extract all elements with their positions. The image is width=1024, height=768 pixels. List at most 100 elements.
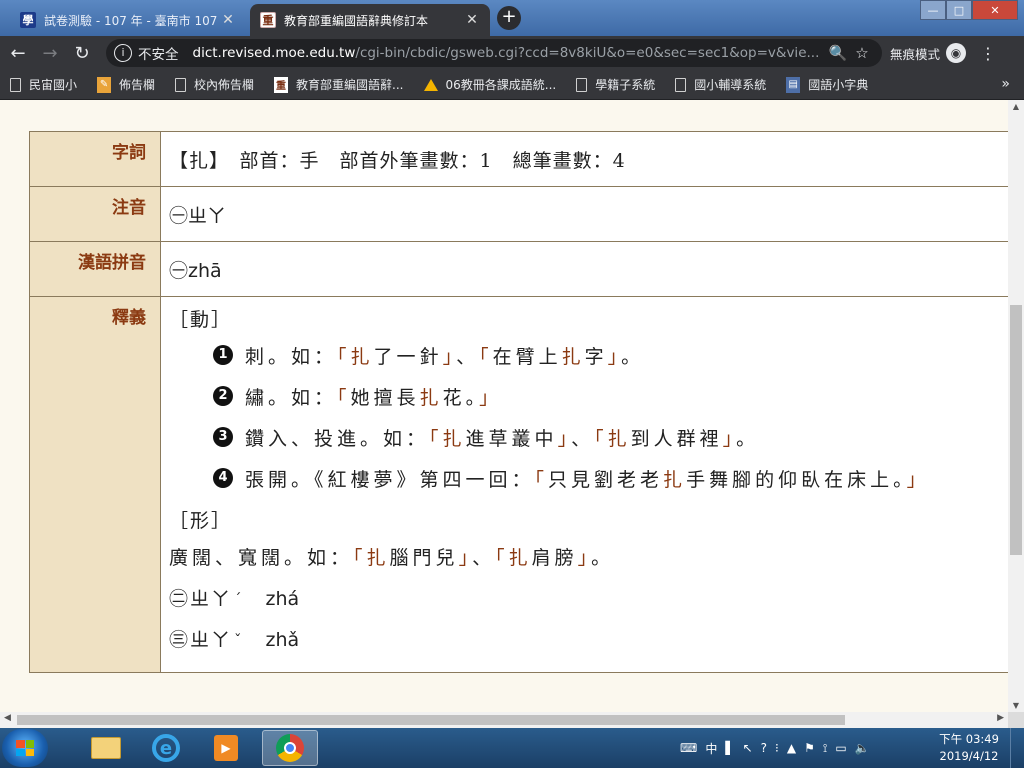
bookmark-label: 校內佈告欄 bbox=[194, 78, 255, 92]
quote-mark: 」 bbox=[479, 387, 503, 409]
definition-text: 腦門兒 bbox=[389, 547, 459, 569]
part-of-speech-adjective: ［形］ bbox=[169, 510, 233, 532]
definition-item: 3 鑽入、投進。如：「扎進草叢中」、「扎到人群裡」。 bbox=[213, 427, 1008, 450]
quote-mark: 」 bbox=[906, 469, 930, 491]
horizontal-scrollbar[interactable]: ◀ ▶ bbox=[0, 712, 1008, 728]
cursor-icon[interactable]: ↖ bbox=[743, 741, 753, 755]
back-button[interactable]: ← bbox=[4, 39, 32, 67]
bookmark-label: 民宙國小 bbox=[29, 78, 78, 92]
close-icon[interactable]: ✕ bbox=[464, 12, 480, 28]
start-button[interactable] bbox=[2, 729, 48, 767]
verb-definitions: 1 刺。如：「扎了一針」、「在臂上扎字」。 2 繡。如：「她擅長扎花。」 3 鑽入、投進。… bbox=[169, 345, 1008, 491]
windows-logo-icon bbox=[16, 740, 34, 756]
reload-button[interactable]: ↻ bbox=[68, 39, 96, 67]
definition-number-icon: 1 bbox=[213, 345, 233, 365]
menu-button[interactable]: ⋮ bbox=[980, 44, 996, 63]
vertical-scroll-thumb[interactable] bbox=[1010, 305, 1022, 555]
other-readings: ㊁ㄓㄚ ˊ zhá ㊂ㄓㄚ ˇ zhǎ bbox=[169, 590, 1008, 650]
bookmark-label: 學籍子系統 bbox=[595, 78, 656, 92]
info-icon[interactable]: i bbox=[114, 44, 132, 62]
scroll-right-icon[interactable]: ▶ bbox=[997, 713, 1004, 723]
definition-text: 、 bbox=[472, 547, 496, 569]
definition-text: 她擅長 bbox=[350, 387, 420, 409]
quote-mark: 「 bbox=[594, 428, 608, 450]
quote-mark: 「 bbox=[353, 547, 367, 569]
page-icon bbox=[10, 77, 21, 92]
display-icon[interactable]: ▭ bbox=[835, 741, 846, 755]
bookmark-item[interactable]: ▤ 國語小字典 bbox=[786, 76, 868, 93]
show-desktop-button[interactable] bbox=[1010, 728, 1024, 768]
forward-button[interactable]: → bbox=[36, 39, 64, 67]
browser-toolbar: ← → ↻ i 不安全 dict.revised.moe.edu.tw /cgi… bbox=[0, 36, 1024, 70]
bookmark-item[interactable]: 國小輔導系統 bbox=[675, 76, 766, 93]
definition-text: 在臂上 bbox=[492, 346, 562, 368]
bookmark-item[interactable]: 06教冊各課成語統... bbox=[423, 76, 556, 93]
google-drive-icon bbox=[423, 78, 438, 91]
headword: 【扎】 部首：手 部首外筆畫數：1 總筆畫數：4 bbox=[160, 131, 1008, 187]
highlighted-headword: 扎 bbox=[663, 469, 687, 491]
bookmark-item[interactable]: 校內佈告欄 bbox=[175, 76, 254, 93]
keyboard-icon[interactable]: ⌨ bbox=[680, 741, 697, 755]
quote-mark: 」 bbox=[442, 346, 457, 368]
bookmark-item[interactable]: 民宙國小 bbox=[10, 76, 77, 93]
volume-icon[interactable]: 🔈 bbox=[855, 741, 870, 755]
highlighted-headword: 扎 bbox=[442, 428, 466, 450]
part-of-speech-verb: ［動］ bbox=[169, 309, 233, 331]
scroll-down-icon[interactable]: ▼ bbox=[1008, 701, 1024, 710]
show-hidden-icons-icon[interactable]: ▲ bbox=[787, 741, 796, 755]
close-window-button[interactable]: ✕ bbox=[972, 0, 1018, 20]
scroll-up-icon[interactable]: ▲ bbox=[1008, 102, 1024, 111]
bookmarks-overflow-button[interactable]: » bbox=[1001, 76, 1010, 92]
incognito-indicator[interactable]: 無痕模式 ◉ bbox=[890, 43, 967, 63]
word-label: 字詞 bbox=[29, 131, 161, 187]
taskbar-internet-explorer[interactable]: e bbox=[138, 730, 194, 766]
system-clock[interactable]: 下午 03:49 2019/4/12 bbox=[934, 731, 1004, 765]
definition-text: 到人群裡 bbox=[630, 428, 723, 450]
reading-zhuyin: ㊁ㄓㄚ bbox=[169, 588, 233, 610]
tab-title: 教育部重編國語辭典修訂本 bbox=[284, 13, 429, 28]
scroll-left-icon[interactable]: ◀ bbox=[4, 713, 11, 723]
minimize-button[interactable]: — bbox=[920, 0, 946, 20]
definition-text: 繡。如： bbox=[245, 387, 338, 409]
definition-body: ［動］ 1 刺。如：「扎了一針」、「在臂上扎字」。 2 繡。如：「她擅長扎花。」 3 鑽入… bbox=[160, 296, 1008, 673]
media-player-icon: ▶ bbox=[214, 735, 238, 761]
definition-item: 4 張開。《紅樓夢》第四一回：「只見劉老老扎手舞腳的仰臥在床上。」 bbox=[213, 468, 1008, 491]
maximize-button[interactable]: □ bbox=[946, 0, 972, 20]
dictionary-entry-table: 字詞 【扎】 部首：手 部首外筆畫數：1 總筆畫數：4 注音 ㊀ㄓㄚ 漢語拼音 … bbox=[29, 131, 1008, 673]
clock-date: 2019/4/12 bbox=[939, 749, 999, 763]
zhuyin-value: ㊀ㄓㄚ bbox=[160, 186, 1008, 242]
tab-strip: 學 試卷測驗 - 107 年 - 臺南市 107 年 ✕ 重 教育部重編國語辭典… bbox=[0, 0, 1024, 36]
taskbar-chrome[interactable] bbox=[262, 730, 318, 766]
taskbar-file-explorer[interactable] bbox=[78, 730, 134, 766]
definition-text: 肩膀 bbox=[531, 547, 578, 569]
horizontal-scroll-thumb[interactable] bbox=[17, 715, 845, 725]
zoom-icon[interactable]: 🔍 bbox=[826, 44, 850, 62]
bookmark-item[interactable]: 學籍子系統 bbox=[576, 76, 655, 93]
tab-dictionary[interactable]: 重 教育部重編國語辭典修訂本 ✕ bbox=[250, 4, 490, 36]
bookmark-item[interactable]: 重 教育部重編國語辭... bbox=[274, 76, 404, 93]
definition-label: 釋義 bbox=[29, 296, 161, 673]
zhuyin-label: 注音 bbox=[29, 186, 161, 242]
bookmark-item[interactable]: ✎ 佈告欄 bbox=[97, 76, 155, 93]
address-bar[interactable]: i 不安全 dict.revised.moe.edu.tw /cgi-bin/c… bbox=[106, 39, 882, 67]
quote-mark: 」 bbox=[607, 346, 622, 368]
highlighted-headword: 扎 bbox=[350, 346, 374, 368]
new-tab-button[interactable]: + bbox=[497, 6, 521, 30]
taskbar-media-player[interactable]: ▶ bbox=[198, 730, 254, 766]
definition-text: 廣闊、寬闊。如： bbox=[169, 547, 354, 569]
tab-exam[interactable]: 學 試卷測驗 - 107 年 - 臺南市 107 年 ✕ bbox=[10, 4, 246, 36]
close-icon[interactable]: ✕ bbox=[220, 12, 236, 28]
highlighted-headword: 扎 bbox=[607, 428, 631, 450]
page-icon bbox=[576, 77, 588, 92]
network-icon[interactable]: ⟟ bbox=[823, 741, 827, 756]
input-mode-icon[interactable]: ▌ bbox=[725, 741, 734, 755]
security-label[interactable]: 不安全 bbox=[138, 43, 179, 63]
bookmark-star-icon[interactable]: ☆ bbox=[850, 44, 874, 62]
definition-text: 進草叢中 bbox=[465, 428, 558, 450]
tray-settings-icon[interactable]: ⁝ bbox=[775, 741, 779, 755]
action-center-flag-icon[interactable]: ⚑ bbox=[804, 741, 815, 755]
vertical-scrollbar[interactable]: ▲ ▼ bbox=[1008, 100, 1024, 712]
page-icon bbox=[675, 77, 687, 92]
input-language[interactable]: 中 bbox=[705, 740, 717, 757]
help-icon[interactable]: ? bbox=[761, 741, 767, 755]
